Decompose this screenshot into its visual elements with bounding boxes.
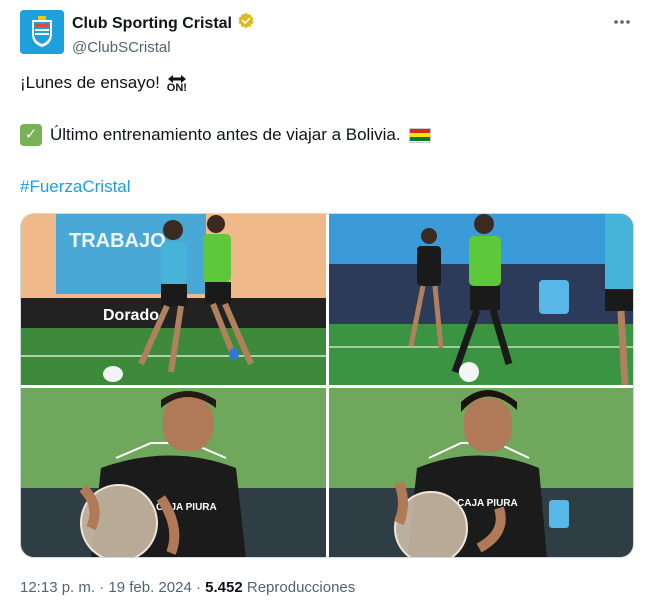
post-time[interactable]: 12:13 p. m.	[20, 579, 95, 596]
banner-text: TRABAJO	[69, 230, 166, 252]
check-mark-icon: ✓	[20, 124, 42, 146]
photo-training-4[interactable]: CAJA PIURA	[329, 388, 633, 557]
tweet-header: Club Sporting Cristal @ClubSCristal	[20, 10, 632, 56]
author-handle[interactable]: @ClubSCristal	[72, 38, 255, 58]
avatar[interactable]	[20, 10, 64, 54]
photo-training-2[interactable]	[329, 214, 633, 385]
more-horizontal-icon[interactable]	[612, 12, 632, 37]
post-date[interactable]: 19 feb. 2024	[108, 579, 191, 596]
author-display-name[interactable]: Club Sporting Cristal	[72, 14, 232, 34]
verified-badge-icon	[237, 12, 255, 36]
media-grid: TRABAJO Dorado CAJA PIURA CAJA PIURA	[20, 213, 634, 558]
post-line-1: ¡Lunes de ensayo! ON!	[20, 72, 188, 94]
views-label: Reproducciones	[246, 579, 356, 596]
post-text-1: ¡Lunes de ensayo!	[20, 73, 160, 92]
post-text-2: Último entrenamiento antes de viajar a B…	[50, 125, 401, 144]
bolivia-flag-icon	[408, 127, 431, 143]
photo-training-1[interactable]: TRABAJO Dorado	[21, 214, 326, 385]
on-badge-text: ON!	[166, 81, 187, 94]
hashtag-link[interactable]: #FuerzaCristal	[20, 176, 131, 198]
meta-separator: ·	[95, 579, 109, 596]
shirt-sponsor-text: CAJA PIURA	[457, 498, 518, 509]
views-count: 5.452	[205, 579, 243, 596]
on-arrow-emoji-icon: ON!	[166, 74, 188, 93]
meta-separator: ·	[191, 579, 206, 596]
tweet-meta: 12:13 p. m. · 19 feb. 2024 · 5.452 Repro…	[20, 578, 355, 598]
post-line-2: ✓ Último entrenamiento antes de viajar a…	[20, 124, 431, 146]
photo-training-3[interactable]: CAJA PIURA	[21, 388, 326, 557]
board-text: Dorado	[103, 307, 159, 324]
